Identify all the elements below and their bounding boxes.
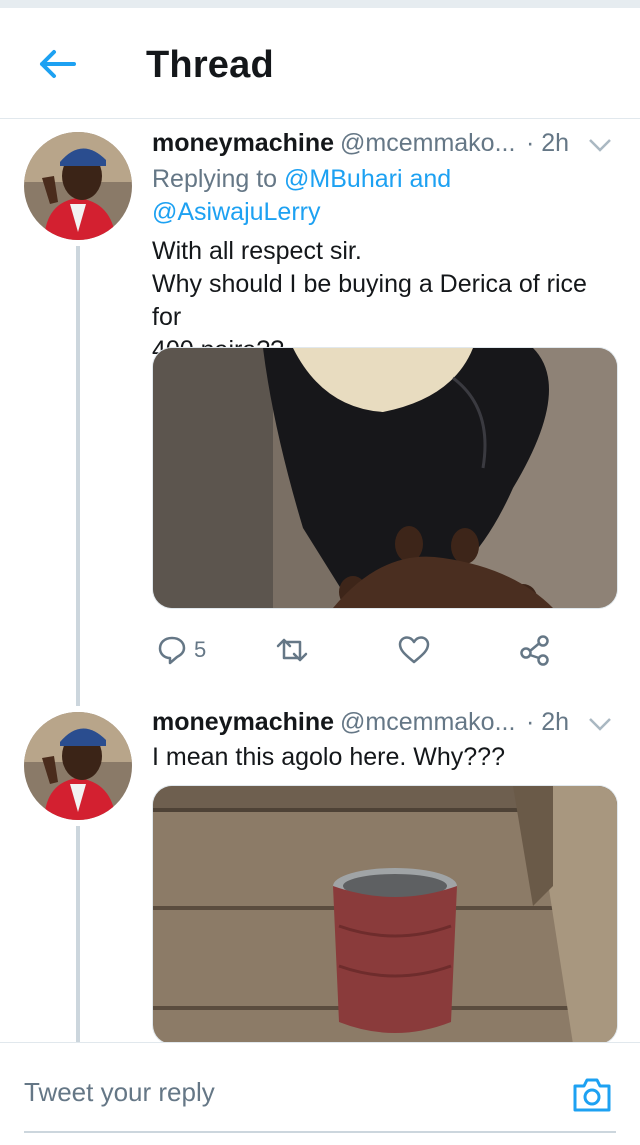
chevron-down-icon[interactable]: [587, 136, 613, 154]
user-handle[interactable]: @mcemmako...: [340, 708, 515, 736]
replying-to: Replying to @MBuhari and @AsiwajuLerry: [152, 163, 451, 229]
tweet-text-line: I mean this agolo here. Why???: [152, 743, 505, 771]
thread-header: Thread: [0, 8, 640, 119]
back-arrow-icon[interactable]: [30, 38, 82, 90]
share-icon: [520, 635, 549, 666]
page-title: Thread: [146, 44, 274, 86]
tweet-header: moneymachine @mcemmako...: [152, 129, 515, 158]
heart-icon: [398, 636, 430, 664]
reply-button[interactable]: 5: [156, 630, 206, 670]
status-strip: [0, 0, 640, 8]
share-button[interactable]: [518, 630, 552, 670]
reply-count: 5: [194, 637, 207, 662]
replying-prefix: Replying to: [152, 165, 285, 193]
thread-connector-line: [76, 826, 80, 1042]
mention-link[interactable]: @MBuhari and: [284, 165, 451, 193]
tweet-photo[interactable]: [152, 347, 618, 609]
reply-input[interactable]: Tweet your reply: [24, 1077, 215, 1108]
tweet-text-line: Why should I be buying a Derica of rice …: [152, 270, 587, 331]
mention-link[interactable]: @AsiwajuLerry: [152, 198, 320, 226]
chevron-down-icon[interactable]: [587, 715, 613, 733]
tweet-time: · 2h: [526, 129, 570, 157]
like-button[interactable]: [397, 630, 431, 670]
reply-icon: [158, 636, 186, 665]
tweet-time: · 2h: [526, 708, 570, 736]
thread-connector-line: [76, 246, 80, 706]
tweet-photo[interactable]: [152, 785, 618, 1045]
display-name[interactable]: moneymachine: [152, 129, 334, 157]
avatar[interactable]: [24, 712, 132, 820]
retweet-button[interactable]: [272, 630, 312, 670]
user-handle[interactable]: @mcemmako...: [340, 129, 515, 157]
camera-icon[interactable]: [570, 1073, 614, 1117]
display-name[interactable]: moneymachine: [152, 708, 334, 736]
tweet-header: moneymachine @mcemmako...: [152, 708, 515, 737]
retweet-icon: [276, 638, 308, 662]
tweet-actions: 5: [152, 630, 622, 670]
reply-composer: Tweet your reply: [0, 1042, 640, 1145]
tweet-text-line: With all respect sir.: [152, 237, 362, 265]
avatar[interactable]: [24, 132, 132, 240]
tweet-text: I mean this agolo here. Why???: [152, 741, 622, 774]
reply-input-underline: [24, 1131, 616, 1133]
